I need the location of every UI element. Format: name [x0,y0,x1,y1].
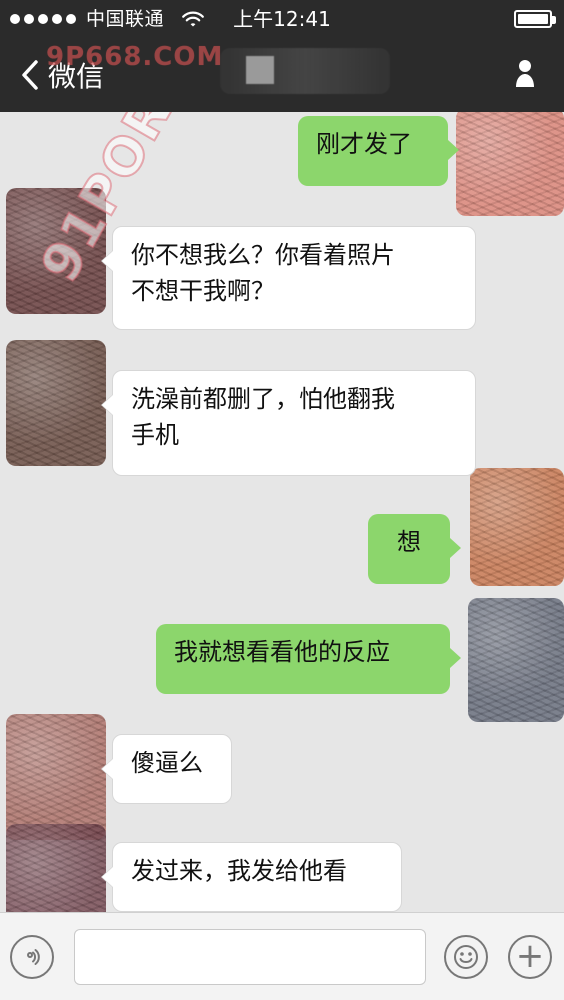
message-text: 发过来，我发给他看 [131,857,347,885]
message-text: 我就想看看他的反应 [174,638,390,666]
message-text: 刚才发了 [316,130,412,158]
voice-button[interactable] [10,935,54,979]
avatar-redacted [6,824,106,912]
message-input[interactable] [74,929,426,985]
message-bubble-left[interactable]: 发过来，我发给他看 [112,842,402,912]
chat-title-redacted [220,48,390,94]
voice-icon [27,949,40,965]
message-bubble-left[interactable]: 你不想我么？你看着照片 不想干我啊？ [112,226,476,330]
message-bubble-left[interactable]: 傻逼么 [112,734,232,804]
avatar-redacted [6,188,106,314]
message-text: 洗澡前都删了，怕他翻我 手机 [131,385,395,449]
plus-icon: + [515,936,545,976]
emoji-button[interactable] [444,935,488,979]
redaction-block [246,56,274,84]
battery-icon [514,10,556,28]
input-bar: + [0,912,564,1000]
profile-icon[interactable] [512,56,538,90]
watermark-top: 9P668.COM [46,42,224,72]
emoji-icon [454,945,478,969]
avatar-redacted [6,340,106,466]
message-text: 傻逼么 [131,749,203,777]
message-text: 想 [397,528,421,556]
avatar-redacted [6,714,106,840]
status-time: 上午12:41 [233,7,331,31]
message-bubble-left[interactable]: 洗澡前都删了，怕他翻我 手机 [112,370,476,476]
top-bar: 中国联通 上午12:41 微信 9P668.COM [0,0,564,112]
message-text: 你不想我么？你看着照片 不想干我啊？ [131,241,395,305]
status-bar: 中国联通 上午12:41 [0,0,564,38]
message-bubble-right[interactable]: 想 [368,514,461,584]
avatar-redacted [470,468,564,586]
add-button[interactable]: + [508,935,552,979]
avatar-redacted [456,112,564,216]
chevron-left-icon [22,60,38,90]
message-bubble-right[interactable]: 我就想看看他的反应 [156,624,461,694]
message-bubble-right[interactable]: 刚才发了 [298,116,459,186]
avatar-redacted [468,598,564,722]
chat-area: 刚才发了 你不想我么？你看着照片 不想干我啊？ 洗澡前都删了，怕他翻我 手机 想… [0,112,564,912]
